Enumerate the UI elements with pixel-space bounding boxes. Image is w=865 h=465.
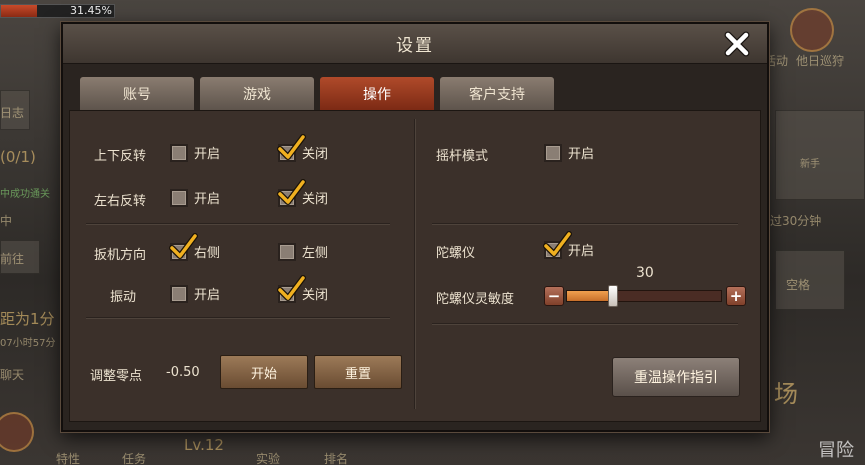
bg-right-text: 空格 xyxy=(786,278,811,292)
joystick-mode-on-checkbox[interactable] xyxy=(544,143,562,162)
dialog-header: 设置 xyxy=(63,24,767,64)
bg-right-text: 他日巡狩 xyxy=(796,54,845,68)
bg-left-text: 聊天 xyxy=(0,368,25,382)
section-divider xyxy=(432,323,738,325)
bg-bottom-text: 实验 xyxy=(256,452,281,465)
trigger-left-checkbox[interactable] xyxy=(278,242,296,261)
checkmark-icon xyxy=(543,230,572,257)
tab-bar: 账号 游戏 操作 客户支持 xyxy=(79,76,555,110)
trigger-right-checkbox[interactable] xyxy=(169,232,198,261)
bg-left-text: 中 xyxy=(0,214,13,228)
section-divider xyxy=(86,317,390,319)
section-divider xyxy=(86,223,390,225)
bg-bottom-text: 排名 xyxy=(324,452,349,465)
zero-point-value: -0.50 xyxy=(166,365,200,380)
trigger-left-label: 左侧 xyxy=(302,246,329,261)
invert-vertical-off-checkbox[interactable] xyxy=(277,133,306,162)
invert-horizontal-off-option[interactable]: 关闭 xyxy=(277,178,328,207)
gyroscope-label: 陀螺仪 xyxy=(436,246,476,261)
zero-point-label: 调整零点 xyxy=(90,369,143,384)
background-progress-fill xyxy=(1,5,37,17)
section-divider xyxy=(432,223,738,225)
bg-left-text: 前往 xyxy=(0,252,25,266)
bg-left-text: 距为1分 xyxy=(0,310,55,328)
vibration-off-option[interactable]: 关闭 xyxy=(277,274,328,303)
invert-horizontal-on-label: 开启 xyxy=(194,192,221,207)
tab-controls[interactable]: 操作 xyxy=(319,76,435,110)
replay-tutorial-button[interactable]: 重温操作指引 xyxy=(612,357,740,397)
bg-right-text: 冒险 xyxy=(818,440,854,461)
dialog-title: 设置 xyxy=(396,36,434,56)
joystick-mode-on-label: 开启 xyxy=(568,147,595,162)
gyroscope-on-option[interactable]: 开启 xyxy=(543,230,594,259)
joystick-mode-on-option[interactable]: 开启 xyxy=(544,143,594,162)
zero-point-start-button[interactable]: 开始 xyxy=(220,355,308,389)
background-progress-text: 31.45% xyxy=(70,4,112,17)
trigger-left-option[interactable]: 左侧 xyxy=(278,242,328,261)
bg-bottom-text: 任务 xyxy=(122,452,147,465)
close-icon xyxy=(724,31,750,57)
bg-left-text: 日志 xyxy=(0,106,25,120)
bg-right-text: 新手 xyxy=(800,159,820,170)
gyro-sensitivity-increase-button[interactable]: + xyxy=(726,286,746,306)
invert-horizontal-on-checkbox[interactable] xyxy=(170,188,188,207)
zero-point-reset-button[interactable]: 重置 xyxy=(314,355,402,389)
bg-right-text: 过30分钟 xyxy=(770,214,822,228)
joystick-mode-label: 摇杆模式 xyxy=(436,149,489,164)
bg-bottom-text: 特性 xyxy=(56,452,81,465)
vibration-on-option[interactable]: 开启 xyxy=(170,284,220,303)
tab-account[interactable]: 账号 xyxy=(79,76,195,110)
invert-vertical-on-label: 开启 xyxy=(194,147,221,162)
gyro-sensitivity-slider[interactable] xyxy=(566,285,722,307)
bg-left-text: 中成功通关 xyxy=(0,189,50,200)
tab-game[interactable]: 游戏 xyxy=(199,76,315,110)
bg-right-text: 场 xyxy=(774,380,798,408)
gyro-sensitivity-value: 30 xyxy=(636,265,654,281)
controls-panel: 上下反转 开启 关闭 左右反转 开启 关闭 扳机方向 右侧 左侧 振动 开启 关… xyxy=(69,110,761,422)
gyro-sensitivity-slider-thumb[interactable] xyxy=(608,285,619,307)
vibration-on-checkbox[interactable] xyxy=(170,284,188,303)
bg-left-text: 07小时57分 xyxy=(0,338,56,349)
bg-left-text: (0/1) xyxy=(0,148,36,166)
vibration-off-checkbox[interactable] xyxy=(277,274,306,303)
invert-vertical-off-option[interactable]: 关闭 xyxy=(277,133,328,162)
tab-customer-support[interactable]: 客户支持 xyxy=(439,76,555,110)
settings-dialog: 设置 账号 游戏 操作 客户支持 上下反转 开启 关闭 左右反转 开启 关闭 扳… xyxy=(61,22,769,432)
bg-bottom-text: Lv.12 xyxy=(184,436,224,454)
vibration-on-label: 开启 xyxy=(194,288,221,303)
invert-vertical-on-checkbox[interactable] xyxy=(170,143,188,162)
invert-horizontal-on-option[interactable]: 开启 xyxy=(170,188,220,207)
invert-vertical-label: 上下反转 xyxy=(94,149,147,164)
trigger-right-option[interactable]: 右侧 xyxy=(169,232,220,261)
checkmark-icon xyxy=(169,232,198,259)
column-divider xyxy=(414,119,416,409)
close-button[interactable] xyxy=(721,28,753,60)
vibration-label: 振动 xyxy=(110,290,137,305)
invert-vertical-on-option[interactable]: 开启 xyxy=(170,143,220,162)
gyroscope-on-checkbox[interactable] xyxy=(543,230,572,259)
gyro-sensitivity-slider-fill xyxy=(567,291,614,301)
checkmark-icon xyxy=(277,133,306,160)
trigger-direction-label: 扳机方向 xyxy=(94,248,147,263)
gyro-sensitivity-decrease-button[interactable]: − xyxy=(544,286,564,306)
checkmark-icon xyxy=(277,274,306,301)
invert-horizontal-off-checkbox[interactable] xyxy=(277,178,306,207)
checkmark-icon xyxy=(277,178,306,205)
invert-horizontal-label: 左右反转 xyxy=(94,194,147,209)
gyro-sensitivity-label: 陀螺仪灵敏度 xyxy=(436,292,515,307)
